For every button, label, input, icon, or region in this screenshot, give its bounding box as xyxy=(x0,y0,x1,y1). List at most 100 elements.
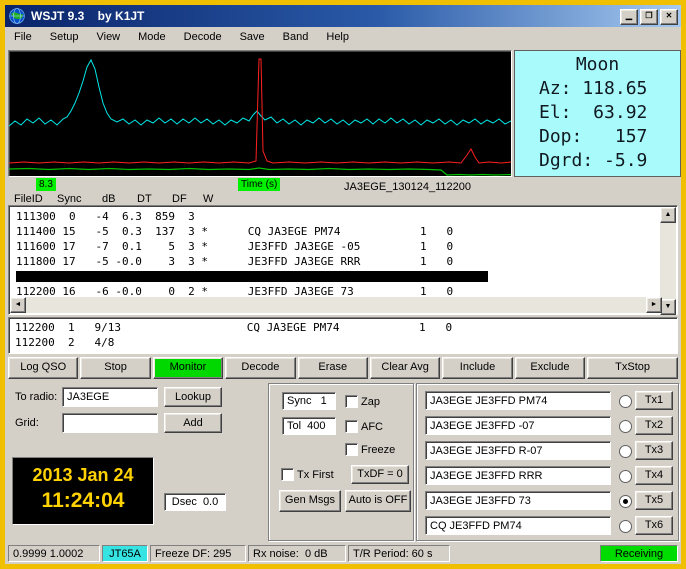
tx5-radio[interactable] xyxy=(619,495,632,508)
cyan-trace xyxy=(9,58,511,127)
tx2-message-input[interactable] xyxy=(425,416,611,435)
tx1-message-input[interactable] xyxy=(425,391,611,410)
clear-avg-button[interactable]: Clear Avg xyxy=(369,357,441,379)
freeze-df-status: Freeze DF: 295 xyxy=(150,545,246,562)
tx-first-label: Tx First xyxy=(297,469,334,481)
spectrum-display[interactable] xyxy=(8,50,512,177)
scroll-left-icon[interactable]: ◄ xyxy=(10,297,26,313)
tr-period-status: T/R Period: 60 s xyxy=(348,545,450,562)
exclude-button[interactable]: Exclude xyxy=(514,357,586,379)
header-sync: Sync xyxy=(57,193,82,205)
header-fileid: FileID xyxy=(14,193,43,205)
tx5-button[interactable]: Tx5 xyxy=(635,491,673,510)
decode-lines[interactable]: 111300 0 -4 6.3 859 3 111400 15 -5 0.3 1… xyxy=(10,207,661,299)
menu-mode[interactable]: Mode xyxy=(129,27,175,47)
afc-checkbox[interactable] xyxy=(345,420,358,433)
menu-view[interactable]: View xyxy=(87,27,129,47)
monitor-button[interactable]: Monitor xyxy=(152,357,224,379)
tx5-message-input[interactable] xyxy=(425,491,611,510)
scroll-down-icon[interactable]: ▼ xyxy=(660,299,676,315)
tx4-button[interactable]: Tx4 xyxy=(635,466,673,485)
vertical-scrollbar[interactable]: ▲ ▼ xyxy=(660,207,676,315)
menu-band[interactable]: Band xyxy=(274,27,318,47)
moon-doppler: Dop: 157 xyxy=(539,126,648,147)
utc-clock: 2013 Jan 24 11:24:04 xyxy=(12,457,154,525)
tx6-message-input[interactable] xyxy=(425,516,611,535)
minimize-icon[interactable]: ▁ xyxy=(620,9,638,25)
tx3-button[interactable]: Tx3 xyxy=(635,441,673,460)
menu-setup[interactable]: Setup xyxy=(41,27,88,47)
afc-label: AFC xyxy=(361,421,383,433)
header-df: DF xyxy=(172,193,187,205)
avg-decode-line[interactable]: 112200 2 4/8 xyxy=(15,335,677,350)
grid-label: Grid: xyxy=(15,417,39,429)
tx-first-checkbox[interactable] xyxy=(281,468,294,481)
dsec-field[interactable]: Dsec 0.0 xyxy=(164,493,226,511)
maximize-icon[interactable]: ❐ xyxy=(640,9,658,25)
average-text-area[interactable]: 112200 1 9/13 CQ JA3EGE PM74 1 0 112200 … xyxy=(8,317,678,354)
erase-button[interactable]: Erase xyxy=(297,357,368,379)
txstop-button[interactable]: TxStop xyxy=(587,357,679,379)
clock-time: 11:24:04 xyxy=(41,489,125,512)
header-w: W xyxy=(203,193,214,205)
status-bar: 0.9999 1.0002 JT65A Freeze DF: 295 Rx no… xyxy=(8,545,678,562)
tx2-radio[interactable] xyxy=(619,420,632,433)
moon-azimuth: Az: 118.65 xyxy=(539,78,648,99)
log-qso-button[interactable]: Log QSO xyxy=(8,357,79,379)
tx6-button[interactable]: Tx6 xyxy=(635,516,673,535)
header-db: dB xyxy=(102,193,116,205)
window-controls: ▁ ❐ ✕ xyxy=(620,9,678,25)
to-radio-label: To radio: xyxy=(15,391,58,403)
window-title: WSJT 9.3 by K1JT xyxy=(31,9,145,23)
tx1-radio[interactable] xyxy=(619,395,632,408)
controls-group: Sync 1 Zap Tol 400 AFC Freeze Tx First T… xyxy=(268,383,414,541)
tx1-button[interactable]: Tx1 xyxy=(635,391,673,410)
menu-help[interactable]: Help xyxy=(317,27,358,47)
tx6-radio[interactable] xyxy=(619,520,632,533)
freeze-label: Freeze xyxy=(361,444,396,456)
menu-bar: File Setup View Mode Decode Save Band He… xyxy=(5,27,681,47)
rx-noise-status: Rx noise: 0 dB xyxy=(248,545,346,562)
decode-line[interactable]: 111400 15 -5 0.3 137 3 * CQ JA3EGE PM74 … xyxy=(16,224,661,239)
avg-decode-line[interactable]: 112200 1 9/13 CQ JA3EGE PM74 1 0 xyxy=(15,320,677,335)
lookup-button[interactable]: Lookup xyxy=(164,387,222,407)
scroll-up-icon[interactable]: ▲ xyxy=(660,207,676,223)
grid-input[interactable] xyxy=(62,413,158,433)
sync-field[interactable]: Sync 1 xyxy=(282,392,336,410)
decode-line[interactable]: 111300 0 -4 6.3 859 3 xyxy=(16,209,661,224)
moon-title: Moon xyxy=(575,54,620,75)
tx4-radio[interactable] xyxy=(619,470,632,483)
tx2-button[interactable]: Tx2 xyxy=(635,416,673,435)
zap-checkbox[interactable] xyxy=(345,395,358,408)
decode-text-area[interactable]: 111300 0 -4 6.3 859 3 111400 15 -5 0.3 1… xyxy=(8,205,678,315)
freeze-checkbox[interactable] xyxy=(345,443,358,456)
red-trace xyxy=(9,58,511,164)
decode-button[interactable]: Decode xyxy=(225,357,296,379)
clock-date: 2013 Jan 24 xyxy=(32,465,134,485)
add-button[interactable]: Add xyxy=(164,413,222,433)
moon-elevation: El: 63.92 xyxy=(539,102,648,123)
auto-button[interactable]: Auto is OFF xyxy=(345,490,411,512)
menu-file[interactable]: File xyxy=(5,27,41,47)
decode-line[interactable]: 111800 17 -5 -0.0 3 3 * JE3FFD JA3EGE RR… xyxy=(16,254,661,269)
tx3-message-input[interactable] xyxy=(425,441,611,460)
period-separator-bar xyxy=(16,271,488,282)
tx3-radio[interactable] xyxy=(619,445,632,458)
close-icon[interactable]: ✕ xyxy=(660,9,678,25)
tx-messages-group: Tx1 Tx2 Tx3 Tx4 Tx5 Tx6 xyxy=(416,383,679,541)
scroll-right-icon[interactable]: ► xyxy=(646,297,662,313)
decode-line[interactable]: 111600 17 -7 0.1 5 3 * JE3FFD JA3EGE -05… xyxy=(16,239,661,254)
gen-msgs-button[interactable]: Gen Msgs xyxy=(279,490,341,512)
title-bar[interactable]: WSJT 9.3 by K1JT ▁ ❐ ✕ xyxy=(5,5,681,27)
moon-degradation: Dgrd: -5.9 xyxy=(539,150,648,171)
spectrum-start-label: 8.3 xyxy=(36,178,56,191)
tol-field[interactable]: Tol 400 xyxy=(282,417,336,435)
menu-decode[interactable]: Decode xyxy=(175,27,231,47)
stop-button[interactable]: Stop xyxy=(80,357,151,379)
horizontal-scrollbar[interactable]: ◄ ► xyxy=(10,297,662,313)
to-radio-input[interactable] xyxy=(62,387,158,407)
tx4-message-input[interactable] xyxy=(425,466,611,485)
menu-save[interactable]: Save xyxy=(231,27,274,47)
include-button[interactable]: Include xyxy=(442,357,513,379)
txdf-button[interactable]: TxDF = 0 xyxy=(351,465,409,484)
